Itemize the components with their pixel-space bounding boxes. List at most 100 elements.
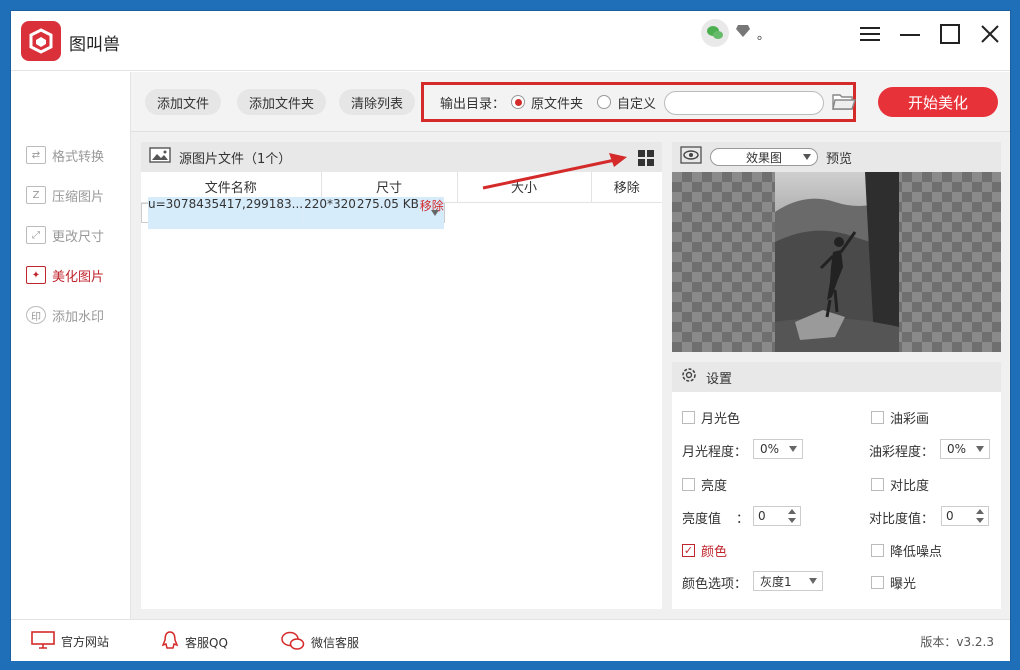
preview-image (775, 172, 899, 352)
maximize-icon[interactable] (937, 21, 963, 47)
oil-painting-checkbox[interactable]: 油彩画 (871, 408, 929, 427)
sidebar: ⇄ 格式转换 Z 压缩图片 ⤢ 更改尺寸 ✦ 美化图片 印 添加水印 (11, 72, 131, 619)
brightness-value-colon: ： (736, 512, 750, 527)
sidebar-item-compress[interactable]: Z 压缩图片 (26, 184, 104, 206)
qq-support-label: 客服QQ (185, 636, 228, 650)
preview-label: 预览 (826, 151, 853, 167)
settings-header: 设置 (672, 362, 1001, 392)
watermark-icon: 印 (26, 306, 46, 324)
sidebar-item-beautify[interactable]: ✦ 美化图片 (26, 264, 104, 286)
brightness-label: 亮度 (701, 479, 728, 494)
folder-open-icon[interactable] (832, 91, 856, 113)
radio-source-folder[interactable] (511, 95, 526, 109)
start-beautify-button[interactable]: 开始美化 (878, 87, 998, 117)
settings-panel: 设置 月光色 油彩画 月光程度： 0% 油彩程度： 0% 亮度 对比度 亮度值 … (672, 362, 1001, 609)
add-file-button[interactable]: 添加文件 (145, 89, 222, 115)
moon-degree-label: 月光程度： (682, 445, 748, 460)
brightness-value-stepper[interactable]: 0 (753, 506, 801, 526)
color-option-label: 颜色选项： (682, 577, 748, 592)
app-window: 图叫兽 。 ⇄ 格式转换 Z 压缩图片 ⤢ 更改尺寸 ✦ 美化图片 印 添加水印… (10, 10, 1011, 661)
image-icon (149, 147, 171, 167)
settings-body: 月光色 油彩画 月光程度： 0% 油彩程度： 0% 亮度 对比度 亮度值 ： 0… (672, 392, 1001, 609)
preview-panel: 效果图 预览 (672, 142, 1001, 352)
diamond-icon[interactable] (735, 24, 751, 42)
titlebar-dot: 。 (757, 27, 771, 43)
contrast-value-stepper[interactable]: 0 (941, 506, 989, 526)
brightness-value-label: 亮度值 (682, 512, 722, 527)
checkbox-box (682, 478, 695, 491)
minimize-icon[interactable] (897, 21, 923, 47)
checkbox-box (871, 576, 884, 589)
denoise-checkbox[interactable]: 降低噪点 (871, 541, 942, 560)
clear-list-button[interactable]: 清除列表 (339, 89, 416, 115)
remove-link[interactable]: 移除 (419, 196, 444, 229)
resize-icon: ⤢ (26, 226, 46, 244)
table-row[interactable]: u=3078435417,299183... 220*320 275.05 KB… (141, 196, 445, 229)
sidebar-item-convert[interactable]: ⇄ 格式转换 (26, 144, 104, 166)
settings-title: 设置 (706, 371, 733, 387)
official-website-link[interactable]: 官方网站 (31, 631, 109, 652)
grid-view-icon[interactable] (638, 150, 654, 166)
app-logo-icon (21, 21, 61, 61)
checkbox-box (871, 544, 884, 557)
sidebar-item-label: 美化图片 (52, 269, 105, 285)
wechat-support-link[interactable]: 微信客服 (281, 631, 359, 654)
exposure-checkbox[interactable]: 曝光 (871, 573, 916, 592)
main-area: 添加文件 添加文件夹 清除列表 输出目录： 原文件夹 自定义 开始美化 源图片文… (131, 72, 1010, 619)
contrast-checkbox[interactable]: 对比度 (871, 475, 929, 494)
sidebar-item-label: 压缩图片 (52, 189, 105, 205)
file-list-panel: 源图片文件（1个） 文件名称 尺寸 大小 移除 u=3078435417,299… (141, 142, 662, 609)
file-dimensions-cell: 220*320 (304, 196, 357, 229)
output-path-input[interactable] (664, 91, 824, 115)
gear-icon (680, 366, 698, 388)
output-directory-group: 输出目录： 原文件夹 自定义 (421, 82, 856, 122)
wechat-support-label: 微信客服 (311, 636, 360, 650)
annotation-arrow (482, 153, 627, 190)
close-icon[interactable] (977, 21, 1003, 47)
contrast-value-label: 对比度值： (869, 512, 935, 527)
footer: 官方网站 客服QQ 微信客服 版本：v3.2.3 (11, 619, 1010, 661)
sidebar-item-label: 添加水印 (52, 309, 105, 325)
eye-icon (680, 146, 702, 168)
qq-icon (161, 631, 179, 654)
moonlight-label: 月光色 (701, 412, 741, 427)
version-label: 版本：v3.2.3 (920, 635, 994, 649)
radio-custom[interactable] (597, 95, 612, 109)
qq-support-link[interactable]: 客服QQ (161, 631, 228, 654)
titlebar-extras: 。 (701, 19, 770, 47)
color-option-select[interactable]: 灰度1 (753, 571, 823, 591)
sidebar-item-resize[interactable]: ⤢ 更改尺寸 (26, 224, 104, 246)
brightness-checkbox[interactable]: 亮度 (682, 475, 727, 494)
beautify-icon: ✦ (26, 266, 46, 284)
official-website-label: 官方网站 (61, 635, 110, 649)
app-title: 图叫兽 (69, 35, 120, 55)
moonlight-checkbox[interactable]: 月光色 (682, 408, 740, 427)
file-list-title: 源图片文件（1个） (179, 151, 292, 167)
oil-painting-label: 油彩画 (890, 412, 930, 427)
preview-mode-select[interactable]: 效果图 (710, 148, 818, 166)
contrast-label: 对比度 (890, 479, 930, 494)
convert-icon: ⇄ (26, 146, 46, 164)
color-label: 颜色 (701, 545, 728, 560)
checkbox-box (871, 411, 884, 424)
preview-header: 效果图 预览 (672, 142, 1001, 172)
oil-degree-select[interactable]: 0% (940, 439, 990, 459)
wechat-icon[interactable] (701, 19, 729, 47)
file-name-cell: u=3078435417,299183... (148, 196, 305, 229)
denoise-label: 降低噪点 (890, 545, 943, 560)
add-folder-button[interactable]: 添加文件夹 (237, 89, 327, 115)
compress-icon: Z (26, 186, 46, 204)
radio-custom-label[interactable]: 自定义 (617, 93, 656, 112)
color-checkbox[interactable]: ✓ 颜色 (682, 541, 727, 560)
radio-source-label[interactable]: 原文件夹 (531, 93, 583, 112)
checkbox-box (682, 411, 695, 424)
exposure-label: 曝光 (890, 577, 917, 592)
moon-degree-select[interactable]: 0% (753, 439, 803, 459)
monitor-icon (31, 631, 55, 652)
toolbar: 添加文件 添加文件夹 清除列表 输出目录： 原文件夹 自定义 开始美化 (131, 72, 1010, 132)
oil-degree-label: 油彩程度： (869, 445, 935, 460)
menu-icon[interactable] (857, 21, 883, 47)
sidebar-item-watermark[interactable]: 印 添加水印 (26, 304, 104, 326)
checkmark-icon: ✓ (682, 544, 695, 557)
sidebar-item-label: 格式转换 (52, 149, 105, 165)
